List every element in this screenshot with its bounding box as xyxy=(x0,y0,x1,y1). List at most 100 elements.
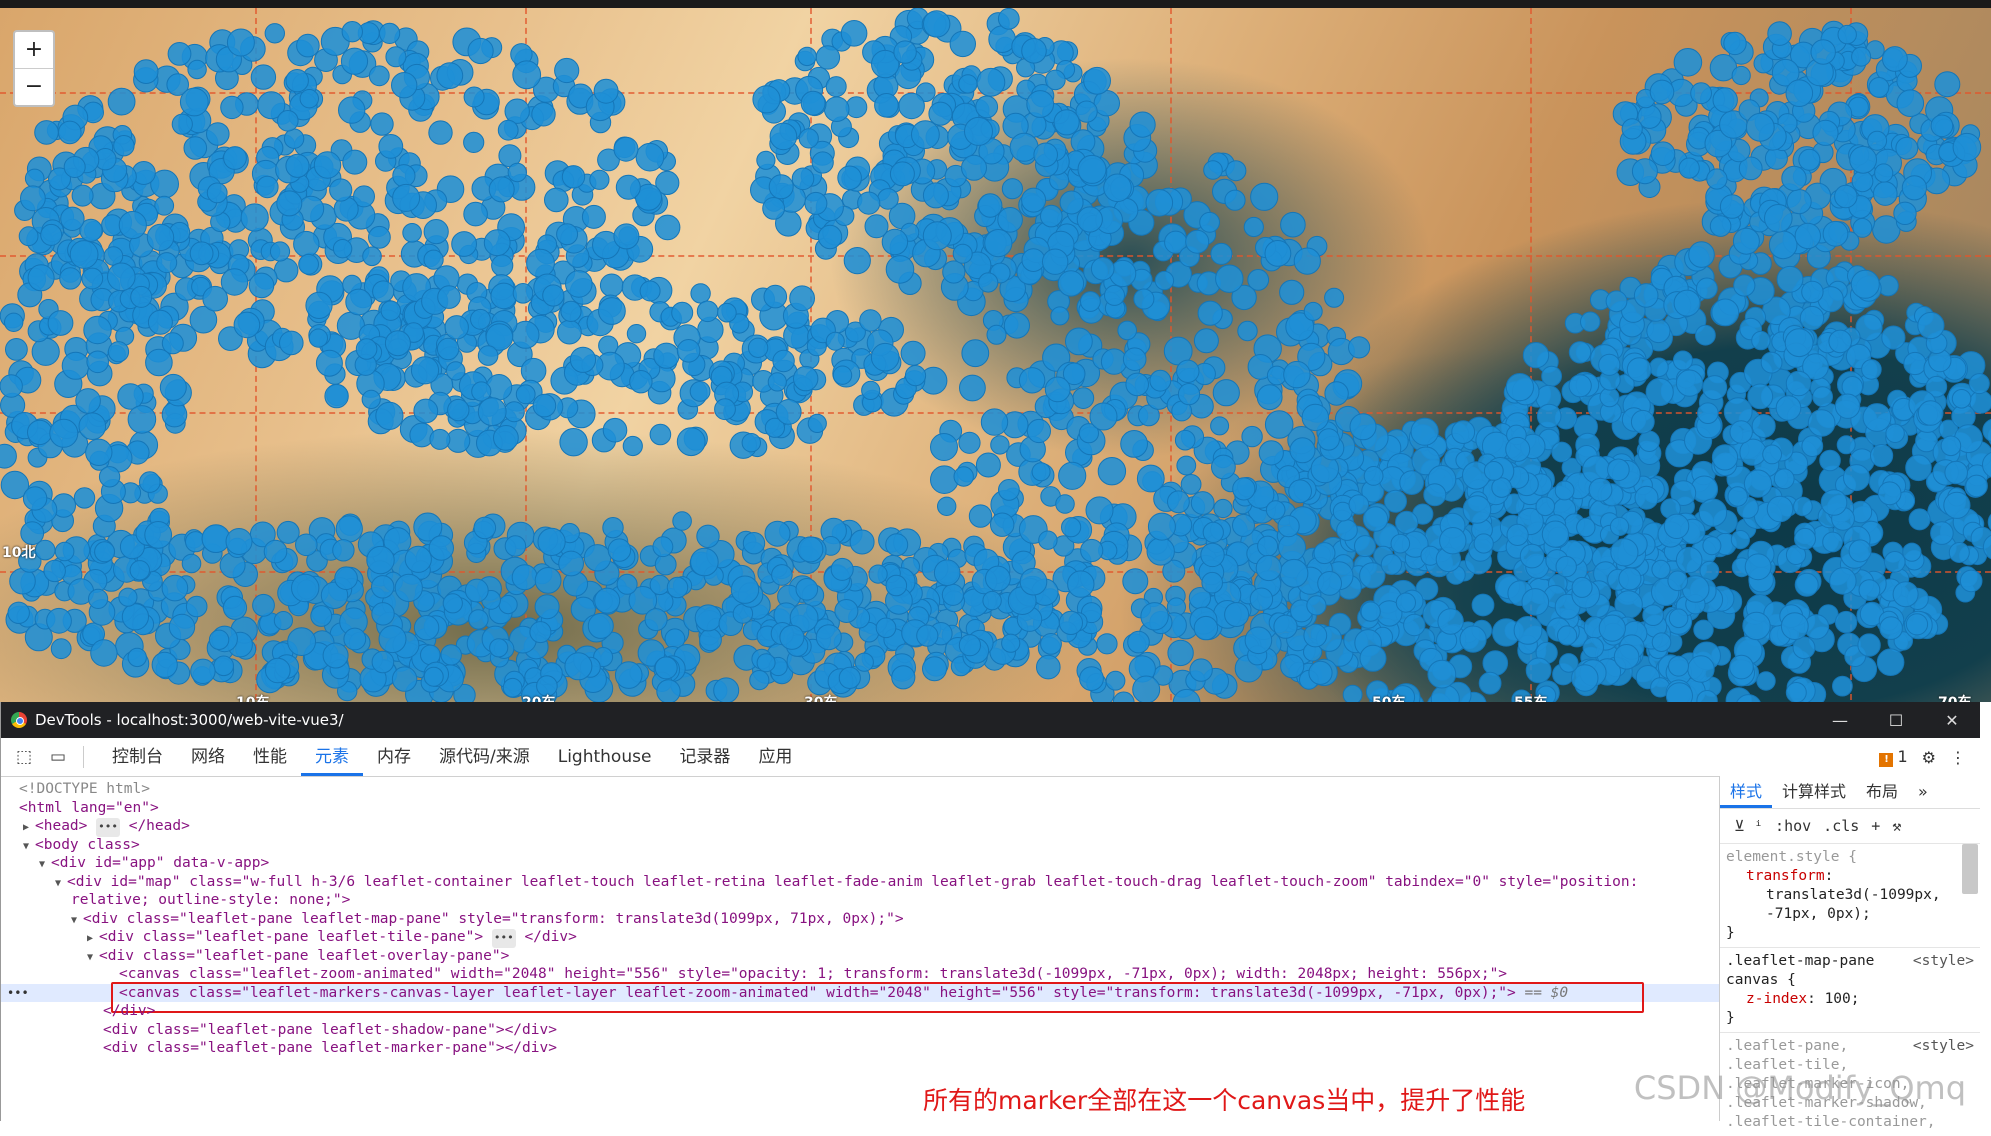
map-marker[interactable] xyxy=(99,467,119,487)
map-marker[interactable] xyxy=(938,497,956,515)
map-marker[interactable] xyxy=(1581,312,1600,331)
map-marker[interactable] xyxy=(1391,534,1410,553)
map-marker[interactable] xyxy=(1058,271,1083,296)
map-marker[interactable] xyxy=(614,137,638,161)
map-marker[interactable] xyxy=(1080,667,1104,691)
map-marker[interactable] xyxy=(1952,390,1971,409)
map-marker[interactable] xyxy=(1869,78,1889,98)
map-marker[interactable] xyxy=(214,656,234,676)
map-marker[interactable] xyxy=(841,21,867,47)
map-marker[interactable] xyxy=(1761,352,1782,373)
map-marker[interactable] xyxy=(1712,299,1739,326)
map-marker[interactable] xyxy=(1104,174,1132,202)
map-marker[interactable] xyxy=(1027,91,1054,118)
map-marker[interactable] xyxy=(157,253,177,273)
map-marker[interactable] xyxy=(504,402,524,422)
map-marker[interactable] xyxy=(468,38,493,63)
map-marker[interactable] xyxy=(411,357,438,384)
map-marker[interactable] xyxy=(82,268,103,289)
map-marker[interactable] xyxy=(1894,202,1916,224)
map-marker[interactable] xyxy=(414,399,438,423)
map-marker[interactable] xyxy=(835,600,858,623)
close-button[interactable]: ✕ xyxy=(1924,711,1980,730)
map-marker[interactable] xyxy=(1724,32,1746,54)
map-marker[interactable] xyxy=(372,576,394,598)
map-marker[interactable] xyxy=(114,136,134,156)
map-marker[interactable] xyxy=(1284,361,1310,387)
map-marker[interactable] xyxy=(986,566,1011,591)
map-marker[interactable] xyxy=(1877,649,1904,676)
map-marker[interactable] xyxy=(1289,480,1312,503)
map-marker[interactable] xyxy=(594,79,618,103)
map-marker[interactable] xyxy=(559,551,584,576)
inspect-element-icon[interactable]: ⬚ xyxy=(13,746,35,768)
map-marker[interactable] xyxy=(1203,522,1223,542)
map-marker[interactable] xyxy=(1037,655,1061,679)
map-marker[interactable] xyxy=(1090,403,1117,430)
map-marker[interactable] xyxy=(799,129,818,148)
map-marker[interactable] xyxy=(1785,329,1813,357)
map-marker[interactable] xyxy=(770,123,797,150)
map-marker[interactable] xyxy=(1113,692,1134,702)
map-marker[interactable] xyxy=(1343,685,1362,702)
map-marker[interactable] xyxy=(697,525,719,547)
map-marker[interactable] xyxy=(1883,47,1908,72)
map-marker[interactable] xyxy=(429,121,452,144)
map-marker[interactable] xyxy=(251,65,275,89)
map-marker[interactable] xyxy=(535,595,559,619)
map-marker[interactable] xyxy=(152,652,177,677)
map-marker[interactable] xyxy=(623,436,642,455)
map-marker[interactable] xyxy=(798,537,823,562)
map-marker[interactable] xyxy=(1837,436,1855,454)
map-marker[interactable] xyxy=(1126,373,1149,396)
map-marker[interactable] xyxy=(1280,280,1304,304)
dom-node[interactable]: relative; outline-style: none;"> xyxy=(1,891,1719,910)
map-marker[interactable] xyxy=(1583,637,1603,657)
map-marker[interactable] xyxy=(792,168,814,190)
map-marker[interactable] xyxy=(1639,431,1659,451)
map-marker[interactable] xyxy=(314,152,340,178)
map-marker[interactable] xyxy=(1673,351,1692,370)
map-marker[interactable] xyxy=(1101,349,1126,374)
map-marker[interactable] xyxy=(381,301,400,320)
map-marker[interactable] xyxy=(1606,291,1627,312)
map-marker[interactable] xyxy=(1646,378,1673,405)
map-marker[interactable] xyxy=(1730,655,1754,679)
map-marker[interactable] xyxy=(1896,137,1918,159)
map-marker[interactable] xyxy=(1526,658,1551,683)
map-marker[interactable] xyxy=(1786,683,1806,703)
map-marker[interactable] xyxy=(1599,615,1625,641)
map-marker[interactable] xyxy=(130,561,149,580)
map-marker[interactable] xyxy=(833,366,851,384)
map-marker[interactable] xyxy=(424,667,443,686)
map-marker[interactable] xyxy=(32,338,59,365)
map-marker[interactable] xyxy=(1123,569,1148,594)
map-marker[interactable] xyxy=(503,678,522,697)
map-marker[interactable] xyxy=(655,657,677,679)
dom-node[interactable]: <div class="leaflet-pane leaflet-shadow-… xyxy=(1,1021,1719,1040)
map-marker[interactable] xyxy=(1233,514,1255,536)
map-marker[interactable] xyxy=(1733,228,1759,254)
map-marker[interactable] xyxy=(1084,67,1111,94)
map-marker[interactable] xyxy=(1381,554,1401,574)
map-marker[interactable] xyxy=(780,625,804,649)
map-marker[interactable] xyxy=(1643,605,1664,626)
map-marker[interactable] xyxy=(979,273,998,292)
map-marker[interactable] xyxy=(650,424,671,445)
map-marker[interactable] xyxy=(931,466,959,494)
map-marker[interactable] xyxy=(1098,458,1125,485)
map-marker[interactable] xyxy=(1746,113,1774,141)
map-marker[interactable] xyxy=(60,268,81,289)
map-marker[interactable] xyxy=(119,211,146,238)
map-marker[interactable] xyxy=(1647,319,1670,342)
map-marker[interactable] xyxy=(371,113,393,135)
map-marker[interactable] xyxy=(1059,611,1082,634)
map-marker[interactable] xyxy=(1404,614,1425,635)
map-marker[interactable] xyxy=(1664,514,1688,538)
map-marker[interactable] xyxy=(989,26,1016,53)
map-marker[interactable] xyxy=(168,43,191,66)
leaflet-map[interactable]: + − 10北 10东 20东 30东 50东 55东 70东 xyxy=(0,0,1991,702)
map-marker[interactable] xyxy=(718,303,737,322)
map-marker[interactable] xyxy=(131,286,152,307)
map-marker[interactable] xyxy=(1265,411,1293,439)
